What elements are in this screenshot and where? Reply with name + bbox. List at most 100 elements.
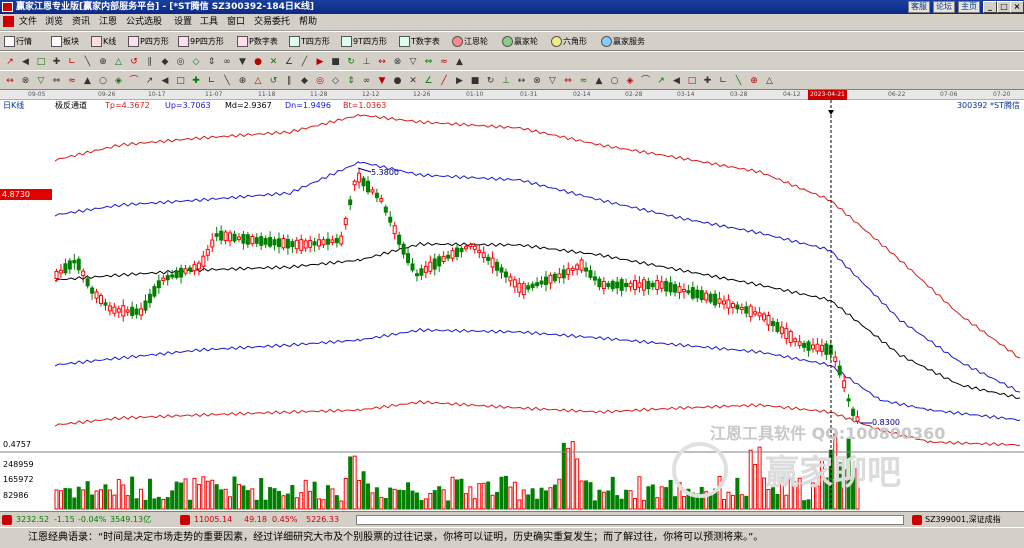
- draw-tool-icon[interactable]: ◀: [159, 75, 171, 87]
- draw-tool-icon[interactable]: △: [764, 75, 776, 87]
- draw-tool-icon[interactable]: ✚: [702, 75, 714, 87]
- menu-browse[interactable]: 浏览: [43, 16, 65, 29]
- menu-window[interactable]: 窗口: [225, 16, 247, 29]
- draw-tool-icon[interactable]: ╱: [299, 56, 311, 68]
- menu-settings[interactable]: 设置: [172, 16, 194, 29]
- draw-tool-icon[interactable]: ▲: [82, 75, 94, 87]
- draw-tool-icon[interactable]: ↔: [4, 75, 16, 87]
- draw-tool-icon[interactable]: ▲: [454, 56, 466, 68]
- link-forum[interactable]: 论坛: [933, 1, 955, 13]
- tb-hexagon[interactable]: 六角形: [551, 35, 587, 49]
- draw-tool-icon[interactable]: ∠: [283, 56, 295, 68]
- tb-psquare[interactable]: P四方形: [128, 35, 169, 49]
- menu-trade[interactable]: 交易委托: [252, 16, 292, 29]
- menu-formula[interactable]: 公式选股: [124, 16, 164, 29]
- tb-service[interactable]: 赢家服务: [601, 35, 645, 49]
- draw-tool-icon[interactable]: ∥: [144, 56, 156, 68]
- draw-tool-icon[interactable]: ✚: [190, 75, 202, 87]
- draw-tool-icon[interactable]: ●: [252, 56, 264, 68]
- draw-tool-icon[interactable]: ↔: [516, 75, 528, 87]
- draw-tool-icon[interactable]: ╱: [438, 75, 450, 87]
- horizontal-scrollbar[interactable]: [356, 515, 904, 525]
- draw-tool-icon[interactable]: ▶: [454, 75, 466, 87]
- draw-tool-icon[interactable]: ⇕: [345, 75, 357, 87]
- draw-tool-icon[interactable]: ⊕: [237, 75, 249, 87]
- link-service[interactable]: 客服: [908, 1, 930, 13]
- draw-tool-icon[interactable]: ⊗: [392, 56, 404, 68]
- draw-tool-icon[interactable]: ↔: [376, 56, 388, 68]
- draw-tool-icon[interactable]: ■: [469, 75, 481, 87]
- draw-tool-icon[interactable]: ○: [97, 75, 109, 87]
- tb-quote[interactable]: 行情: [4, 35, 32, 49]
- draw-tool-icon[interactable]: ↗: [4, 56, 16, 68]
- kline-chart[interactable]: 日K线 极反通道 Tp=4.3672 Up=3.7063 Md=2.9367 D…: [0, 100, 1024, 511]
- draw-tool-icon[interactable]: ∞: [221, 56, 233, 68]
- draw-tool-icon[interactable]: ⊗: [531, 75, 543, 87]
- draw-tool-icon[interactable]: ◀: [20, 56, 32, 68]
- draw-tool-icon[interactable]: ↺: [128, 56, 140, 68]
- draw-tool-icon[interactable]: ▲: [593, 75, 605, 87]
- draw-tool-icon[interactable]: ◇: [330, 75, 342, 87]
- draw-tool-icon[interactable]: △: [113, 56, 125, 68]
- menu-tools[interactable]: 工具: [198, 16, 220, 29]
- draw-tool-icon[interactable]: ⇔: [562, 75, 574, 87]
- draw-tool-icon[interactable]: ◎: [175, 56, 187, 68]
- draw-tool-icon[interactable]: □: [35, 56, 47, 68]
- draw-tool-icon[interactable]: ◈: [624, 75, 636, 87]
- draw-tool-icon[interactable]: △: [252, 75, 264, 87]
- menu-info[interactable]: 资讯: [70, 16, 92, 29]
- draw-tool-icon[interactable]: ◀: [671, 75, 683, 87]
- close-icon[interactable]: ×: [1010, 1, 1024, 13]
- draw-tool-icon[interactable]: ⇔: [51, 75, 63, 87]
- tb-tsquare[interactable]: T四方形: [289, 35, 330, 49]
- tb-winwheel[interactable]: 赢家轮: [502, 35, 538, 49]
- tb-sector[interactable]: 板块: [51, 35, 79, 49]
- draw-tool-icon[interactable]: ✚: [51, 56, 63, 68]
- tb-ttable[interactable]: T数字表: [399, 35, 440, 49]
- draw-tool-icon[interactable]: ≈: [66, 75, 78, 87]
- draw-tool-icon[interactable]: ▶: [314, 56, 326, 68]
- draw-tool-icon[interactable]: ⊗: [20, 75, 32, 87]
- draw-tool-icon[interactable]: ╲: [733, 75, 745, 87]
- draw-tool-icon[interactable]: ↻: [485, 75, 497, 87]
- draw-tool-icon[interactable]: ✕: [268, 56, 280, 68]
- draw-tool-icon[interactable]: ●: [392, 75, 404, 87]
- tb-kline[interactable]: K线: [91, 35, 116, 49]
- menu-gann[interactable]: 江恩: [97, 16, 119, 29]
- draw-tool-icon[interactable]: □: [686, 75, 698, 87]
- draw-tool-icon[interactable]: ↗: [655, 75, 667, 87]
- tb-gannwheel[interactable]: 江恩轮: [452, 35, 488, 49]
- draw-tool-icon[interactable]: ⊕: [97, 56, 109, 68]
- draw-tool-icon[interactable]: ╲: [221, 75, 233, 87]
- draw-tool-icon[interactable]: ✕: [407, 75, 419, 87]
- draw-tool-icon[interactable]: ○: [609, 75, 621, 87]
- draw-tool-icon[interactable]: ⇔: [423, 56, 435, 68]
- draw-tool-icon[interactable]: ≈: [438, 56, 450, 68]
- draw-tool-icon[interactable]: ▽: [547, 75, 559, 87]
- draw-tool-icon[interactable]: ◆: [299, 75, 311, 87]
- draw-tool-icon[interactable]: ∟: [717, 75, 729, 87]
- draw-tool-icon[interactable]: ⊥: [500, 75, 512, 87]
- link-home[interactable]: 主页: [958, 1, 980, 13]
- draw-tool-icon[interactable]: □: [175, 75, 187, 87]
- tb-9tsquare[interactable]: 9T四方形: [341, 35, 387, 49]
- minimize-icon[interactable]: _: [983, 1, 997, 13]
- menu-file[interactable]: 文件: [17, 16, 39, 29]
- draw-tool-icon[interactable]: ⊥: [361, 56, 373, 68]
- maximize-icon[interactable]: □: [997, 1, 1011, 13]
- tb-9psquare[interactable]: 9P四方形: [178, 35, 224, 49]
- draw-tool-icon[interactable]: ▽: [407, 56, 419, 68]
- draw-tool-icon[interactable]: ◎: [314, 75, 326, 87]
- draw-tool-icon[interactable]: ■: [330, 56, 342, 68]
- draw-tool-icon[interactable]: ▼: [376, 75, 388, 87]
- draw-tool-icon[interactable]: ∠: [423, 75, 435, 87]
- draw-tool-icon[interactable]: ⌒: [128, 75, 140, 87]
- tb-ptable[interactable]: P数字表: [237, 35, 278, 49]
- draw-tool-icon[interactable]: ↻: [345, 56, 357, 68]
- draw-tool-icon[interactable]: ∥: [283, 75, 295, 87]
- draw-tool-icon[interactable]: ⌒: [640, 75, 652, 87]
- draw-tool-icon[interactable]: ◇: [190, 56, 202, 68]
- draw-tool-icon[interactable]: ∟: [206, 75, 218, 87]
- time-axis[interactable]: 09-05 09-26 10-17 11-07 11-18 11-28 12-1…: [0, 90, 1024, 100]
- draw-tool-icon[interactable]: ⇕: [206, 56, 218, 68]
